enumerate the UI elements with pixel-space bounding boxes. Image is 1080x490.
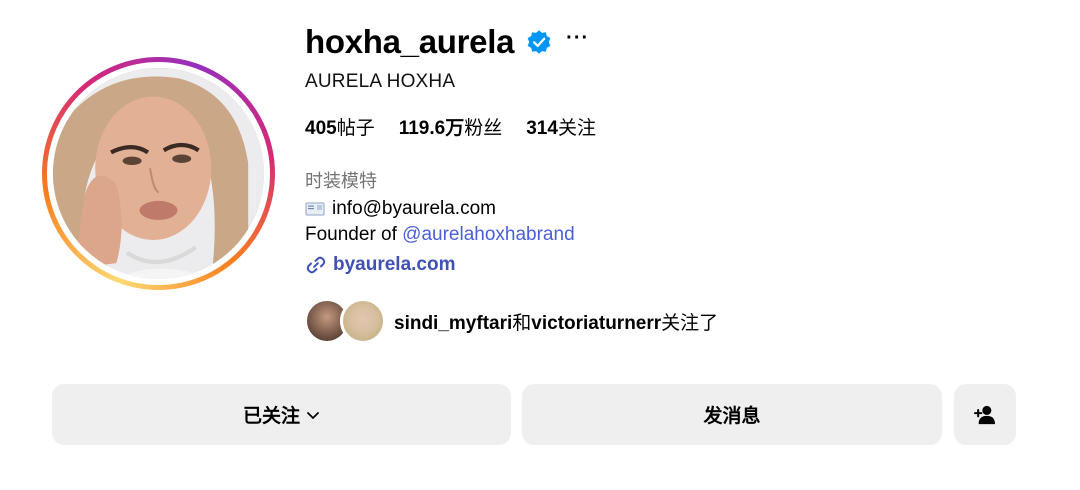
bio-founder-line: Founder of @aurelahoxhabrand [305, 224, 575, 246]
following-button-label: 已关注 [242, 406, 300, 427]
suggested-users-button[interactable] [954, 384, 1016, 445]
username: hoxha_aurela [305, 23, 515, 60]
verified-badge-icon [527, 30, 551, 54]
bio-website-text: byaurela.com [333, 254, 456, 275]
profile-avatar-ring[interactable] [42, 57, 275, 290]
envelope-icon [305, 202, 325, 216]
bio-email-line: info@byaurela.com [305, 198, 496, 220]
followed-by-row[interactable]: sindi_myftari和victoriaturnerr关注了 [304, 298, 718, 344]
profile-avatar[interactable] [53, 68, 264, 279]
bio-email: info@byaurela.com [332, 198, 496, 219]
full-name: AURELA HOXHA [305, 71, 456, 92]
message-button-label: 发消息 [703, 406, 761, 427]
link-icon [306, 256, 326, 274]
username-row: hoxha_aurela ··· [305, 20, 589, 64]
followers-count[interactable]: 119.6万粉丝 [399, 113, 503, 140]
followed-by-text: sindi_myftari和victoriaturnerr关注了 [394, 312, 719, 334]
following-button[interactable]: 已关注 [52, 384, 511, 445]
bio-brand-mention-link[interactable]: @aurelahoxhabrand [402, 224, 574, 246]
message-button[interactable]: 发消息 [522, 384, 942, 445]
chevron-down-icon [307, 411, 319, 419]
follower-avatar-2 [340, 298, 386, 344]
bio-website-link[interactable]: byaurela.com [305, 254, 456, 276]
avatar-gap [47, 62, 270, 285]
posts-count[interactable]: 405帖子 [305, 113, 375, 140]
add-user-icon [974, 405, 995, 424]
more-options-button[interactable]: ··· [566, 27, 589, 50]
profile-stats: 405帖子 119.6万粉丝 314关注 [305, 113, 596, 140]
profile-category: 时装模特 [305, 171, 377, 191]
avatar-portrait [53, 68, 264, 279]
bio-founder-prefix: Founder of [305, 224, 403, 245]
following-count[interactable]: 314关注 [526, 113, 596, 140]
